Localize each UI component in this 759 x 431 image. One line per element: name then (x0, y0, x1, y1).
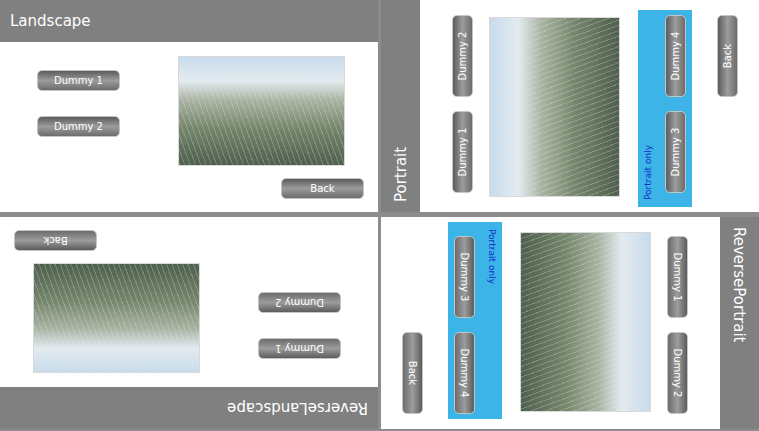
button-row: Dummy 1 Dummy 2 (452, 15, 473, 197)
device-screen: ReverseLandscape Dummy 1 Dummy 2 Back (0, 217, 378, 429)
dummy-button[interactable]: Dummy 2 (667, 332, 688, 414)
orientation-cell: ReversePortrait Dummy 1 Dummy 2 Portrait on… (381, 215, 759, 431)
orientation-grid: Landscape Dummy 1 Dummy 2 Back Portrait Dummy… (0, 0, 759, 431)
back-row: Back (717, 15, 738, 197)
dummy-button[interactable]: Dummy 3 (454, 236, 475, 318)
orientation-cell: Portrait Dummy 1 Dummy 2 Portrait only Dummy… (381, 0, 759, 212)
back-row: Back (37, 178, 364, 199)
screen-body: Dummy 1 Dummy 2 Back (0, 42, 378, 212)
button-column: Dummy 1 Dummy 2 (258, 263, 341, 359)
title-bar: Portrait (381, 0, 420, 212)
back-button[interactable]: Back (14, 230, 97, 251)
device-screen: ReversePortrait Dummy 1 Dummy 2 Portrait on… (381, 217, 759, 429)
button-row: Dummy 3 Dummy 4 (454, 236, 475, 414)
dummy-button[interactable]: Dummy 1 (37, 70, 120, 91)
screen-body: Dummy 1Dummy 2Portrait onlyDummy 3Dummy … (381, 217, 720, 429)
orientation-cell: Landscape Dummy 1 Dummy 2 Back (0, 0, 378, 212)
button-row: Dummy 3 Dummy 4 (665, 15, 686, 193)
portrait-only-panel: Portrait only Dummy 3 Dummy 4 (638, 10, 692, 207)
back-button[interactable]: Back (402, 332, 423, 414)
dummy-button[interactable]: Dummy 1 (452, 111, 473, 193)
content-row: Dummy 1 Dummy 2 (14, 263, 341, 373)
screen-body: Dummy 1Dummy 2Portrait onlyDummy 3Dummy … (420, 0, 759, 212)
dummy-button[interactable]: Dummy 4 (665, 15, 686, 97)
back-row: Back (14, 230, 341, 251)
portrait-only-panel: Portrait only Dummy 3 Dummy 4 (448, 222, 502, 419)
screen-body: Dummy 1 Dummy 2 Back (0, 216, 378, 387)
dummy-button[interactable]: Dummy 4 (454, 332, 475, 414)
back-button[interactable]: Back (281, 178, 364, 199)
dummy-button[interactable]: Dummy 2 (258, 292, 341, 313)
photo (520, 232, 651, 412)
dummy-button[interactable]: Dummy 1 (258, 338, 341, 359)
photo (489, 17, 620, 197)
screen-title: ReverseLandscape (227, 399, 368, 417)
device-screen: Landscape Dummy 1 Dummy 2 Back (0, 0, 378, 212)
screen-title: Landscape (10, 12, 91, 30)
title-bar: Landscape (0, 0, 378, 42)
title-bar: ReversePortrait (720, 217, 759, 429)
photo (33, 263, 200, 373)
screen-title: Portrait (392, 147, 410, 202)
orientation-cell: ReverseLandscape Dummy 1 Dummy 2 Back (0, 215, 378, 431)
screen-title: ReversePortrait (731, 227, 749, 342)
button-row: Dummy 1 Dummy 2 (667, 232, 688, 414)
dummy-button[interactable]: Dummy 2 (452, 15, 473, 97)
back-button[interactable]: Back (717, 15, 738, 97)
panel-label: Portrait only (486, 229, 497, 414)
content-row: Dummy 1 Dummy 2 (37, 56, 364, 166)
panel-label: Portrait only (643, 15, 654, 200)
dummy-button[interactable]: Dummy 3 (665, 111, 686, 193)
back-row: Back (402, 232, 423, 414)
title-bar: ReverseLandscape (0, 387, 378, 429)
button-column: Dummy 1 Dummy 2 (37, 70, 120, 166)
photo (178, 56, 345, 166)
dummy-button[interactable]: Dummy 2 (37, 116, 120, 137)
device-screen: Portrait Dummy 1 Dummy 2 Portrait only Dummy… (381, 0, 759, 212)
dummy-button[interactable]: Dummy 1 (667, 236, 688, 318)
